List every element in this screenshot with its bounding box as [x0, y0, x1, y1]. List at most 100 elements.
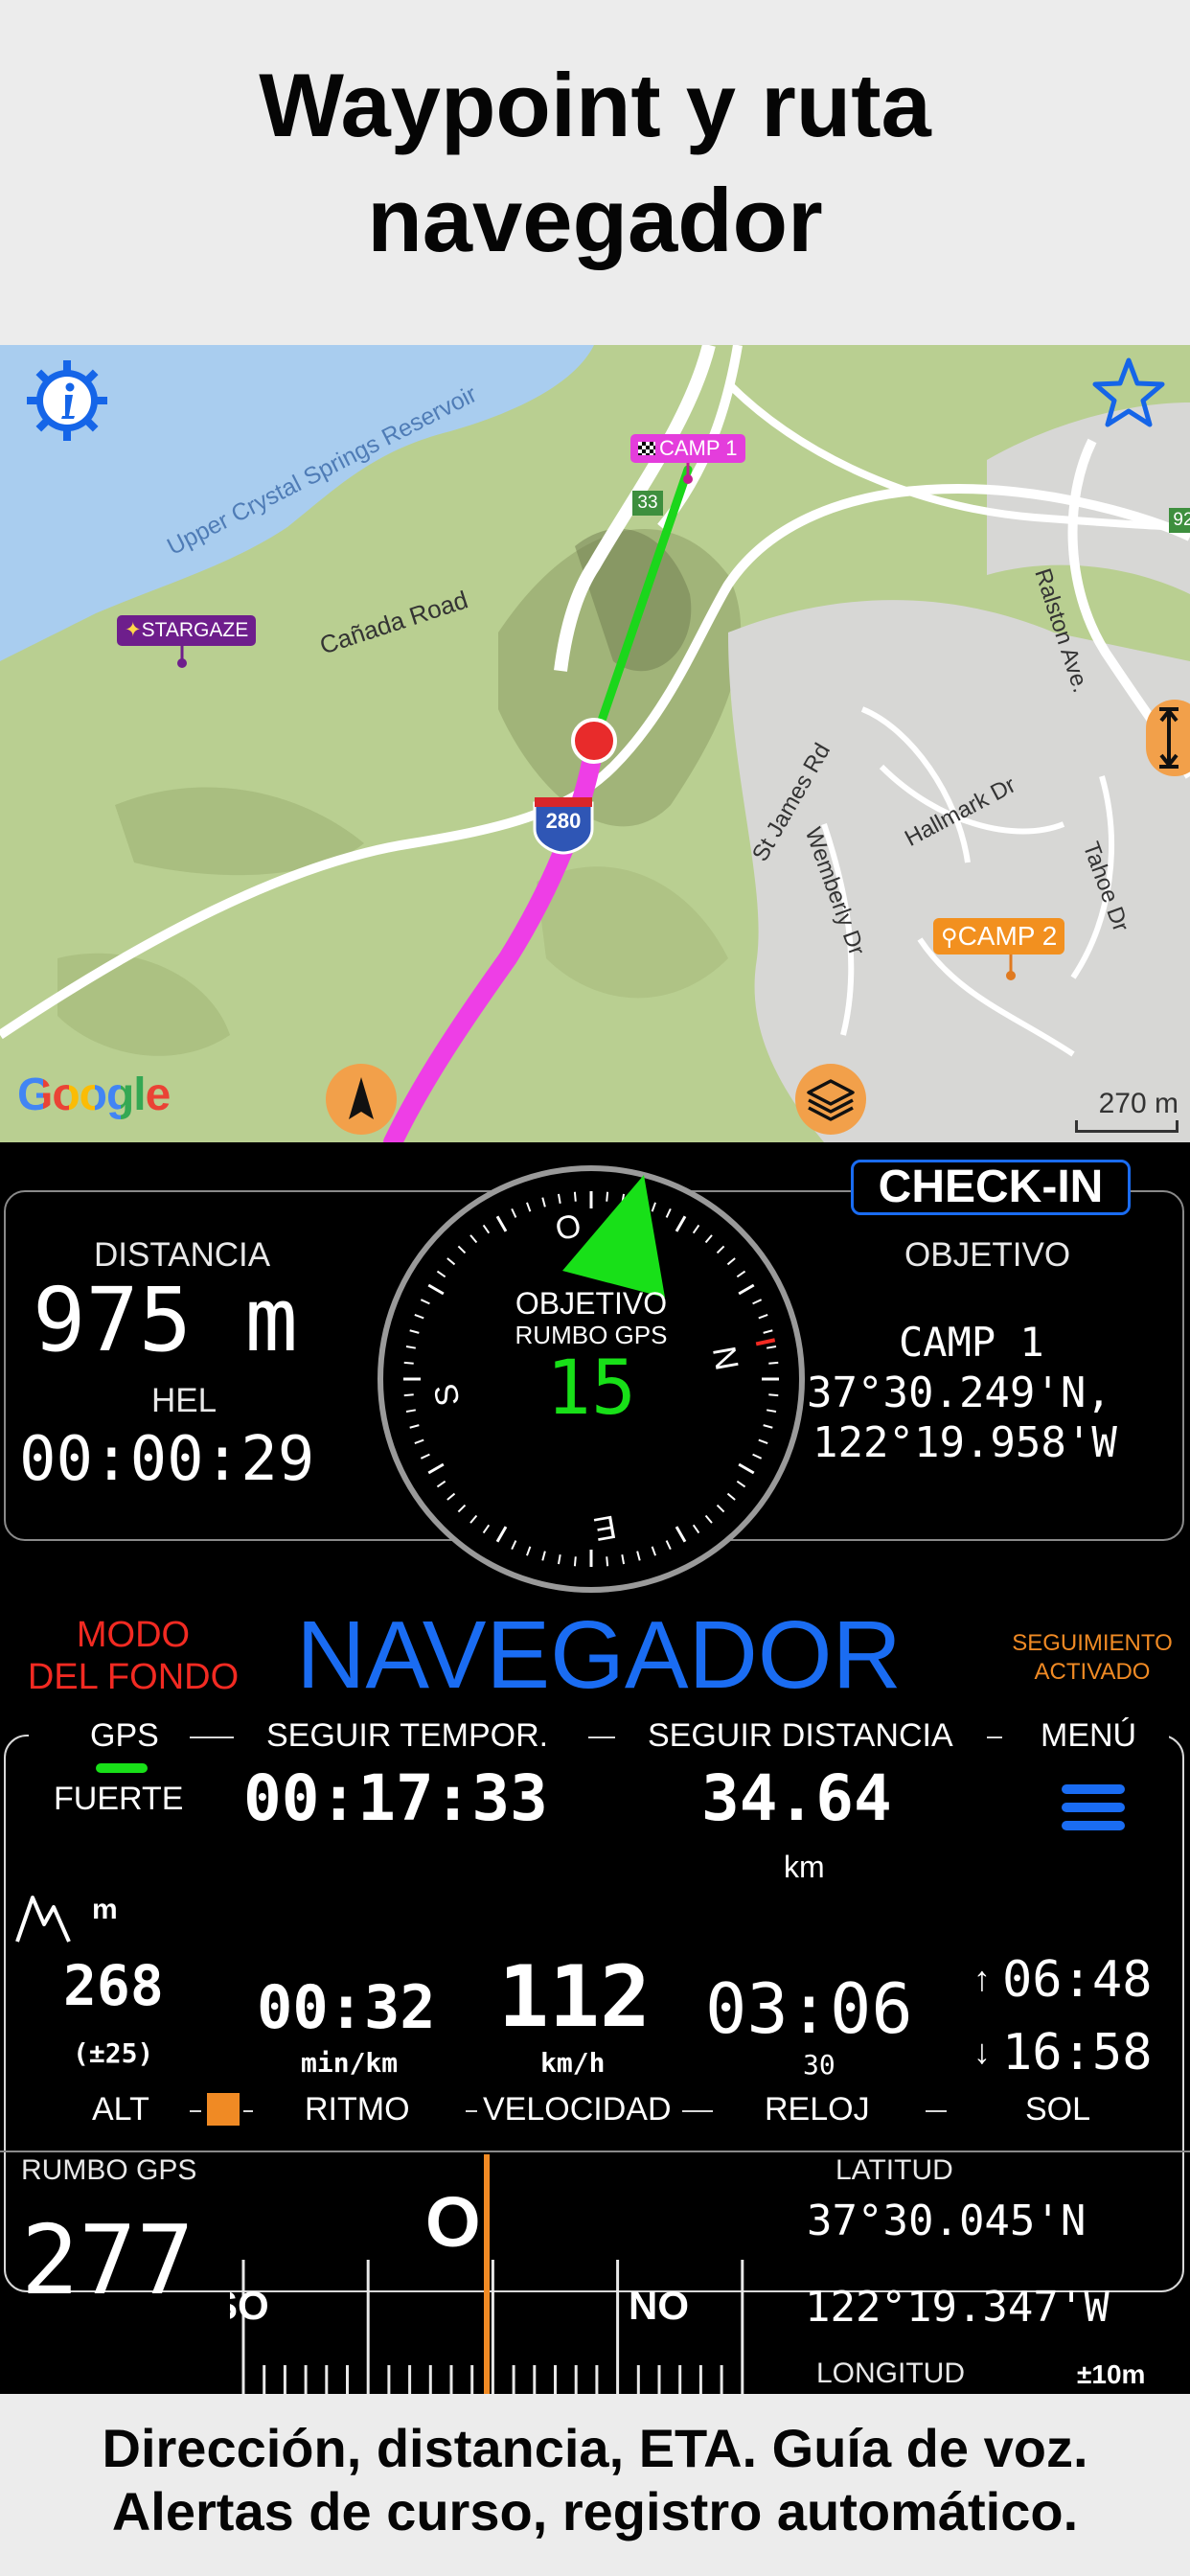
background-mode-line2: DEL FONDO: [27, 1657, 240, 1697]
promo-footer-line1: Dirección, distancia, ETA. Guía de voz.: [102, 2418, 1088, 2478]
heading-tape: O SO NO: [230, 2154, 747, 2394]
latitude-label: LATITUD: [835, 2154, 953, 2186]
route-33-shield: 33: [637, 493, 658, 513]
dash-alt: [190, 2110, 201, 2112]
dash-pace: [466, 2110, 477, 2112]
tape-divider: [0, 2150, 1190, 2152]
waypoint-stargaze[interactable]: ✦STARGAZE: [117, 615, 257, 646]
speed-value: 112: [498, 1947, 651, 2046]
promo-footer: Dirección, distancia, ETA. Guía de voz. …: [0, 2417, 1190, 2543]
map-view[interactable]: Upper Crystal Springs Reservoir Cañada R…: [0, 345, 1190, 1142]
pace-unit: min/km: [301, 2047, 399, 2079]
label-pace: RITMO: [305, 2091, 410, 2128]
google-logo-text: Google: [17, 1070, 171, 1120]
label-alt: ALT: [92, 2091, 149, 2128]
waypoint-stargaze-label: STARGAZE: [141, 619, 249, 641]
tracking-status-line1: SEGUIMIENTO: [1012, 1630, 1173, 1656]
target-name: CAMP 1: [899, 1319, 1044, 1366]
compass-tick: [573, 1191, 577, 1202]
record-indicator[interactable]: [207, 2093, 240, 2126]
position-accuracy: ±10m: [1077, 2359, 1146, 2389]
target-label: OBJETIVO: [904, 1236, 1071, 1274]
tab-follow-time[interactable]: SEGUIR TEMPOR.: [266, 1717, 549, 1755]
tracking-status-line2: ACTIVADO: [1034, 1659, 1151, 1685]
hel-value: 00:00:29: [19, 1424, 315, 1495]
promo-headline-line1: Waypoint y ruta: [259, 55, 931, 155]
star-icon[interactable]: [1090, 355, 1167, 431]
compass: O N S E OBJETIVO RUMBO GPS 15: [376, 1163, 807, 1595]
follow-distance-unit: km: [784, 1850, 825, 1884]
dash-clock: [926, 2110, 947, 2112]
tape-northwest-letter: NO: [629, 2283, 689, 2328]
mountain-icon: [15, 1890, 71, 1944]
label-sun: SOL: [1025, 2091, 1091, 2128]
sunrise-arrow-icon: ↑: [973, 1959, 991, 1998]
google-logo: Google: [17, 1069, 171, 1121]
waypoint-camp2-label: CAMP 2: [957, 921, 1058, 951]
longitude-label: LONGITUD: [816, 2358, 966, 2389]
interstate-280-shield: 280: [545, 809, 582, 833]
tab-separator-3: [987, 1736, 1002, 1738]
compass-tick: [606, 1556, 609, 1567]
altitude-value: 268: [63, 1953, 164, 2018]
target-longitude: 122°19.958'W: [812, 1418, 1117, 1467]
gps-strength: FUERTE: [54, 1781, 184, 1817]
clock-seconds: 30: [803, 2049, 835, 2081]
navigator-title: NAVEGADOR: [296, 1601, 902, 1709]
map-scale: 270 m: [1075, 1088, 1179, 1133]
target-latitude: 37°30.249'N,: [807, 1368, 1111, 1417]
compass-bearing-value: 15: [546, 1346, 636, 1432]
altitude-accuracy: (±25): [73, 2037, 154, 2069]
map-scale-label: 270 m: [1098, 1088, 1179, 1119]
label-clock: RELOJ: [765, 2091, 870, 2128]
layers-icon[interactable]: [795, 1064, 866, 1135]
distance-value: 975 m: [33, 1269, 298, 1371]
tab-separator-1: [190, 1736, 234, 1738]
vertical-resize-icon[interactable]: [1146, 700, 1190, 776]
navigator-panel: DISTANCIA 975 m HEL 00:00:29 O N S E OBJ…: [0, 1142, 1190, 2394]
sparkle-icon: ✦: [125, 619, 142, 641]
promo-headline-line2: navegador: [367, 170, 823, 270]
compass-tick: [573, 1556, 577, 1567]
speed-unit: km/h: [540, 2047, 606, 2079]
promo-footer-line2: Alertas de curso, registro automático.: [111, 2481, 1079, 2542]
hel-label: HEL: [151, 1382, 217, 1419]
tab-row: [29, 1717, 1169, 1760]
map-scale-bar: [1075, 1120, 1179, 1133]
follow-time-value: 00:17:33: [243, 1761, 548, 1835]
waypoint-camp1-label: CAMP 1: [659, 436, 738, 460]
info-gear-icon[interactable]: [25, 358, 109, 443]
sunrise-value: 06:48: [1002, 1951, 1153, 2009]
dash-speed: [682, 2110, 713, 2112]
label-speed: VELOCIDAD: [483, 2091, 672, 2128]
background-mode-line1: MODO: [76, 1615, 191, 1655]
north-arrow-icon[interactable]: [326, 1064, 397, 1135]
dash-record: [243, 2110, 253, 2112]
menu-icon[interactable]: [1062, 1784, 1125, 1848]
latitude-value: 37°30.045'N: [807, 2196, 1087, 2245]
tracking-status[interactable]: SEGUIMIENTO ACTIVADO: [996, 1629, 1188, 1687]
waypoint-camp2[interactable]: ⚲CAMP 2: [933, 918, 1065, 954]
route-92-shield: 92: [1173, 510, 1190, 530]
longitude-value: 122°19.347'W: [805, 2283, 1110, 2332]
follow-distance-value: 34.64: [701, 1761, 892, 1835]
checkered-flag-icon: [638, 442, 655, 455]
check-in-button[interactable]: CHECK-IN: [851, 1160, 1131, 1215]
waypoint-camp1[interactable]: CAMP 1: [630, 434, 745, 463]
tape-southwest-letter: SO: [230, 2283, 269, 2328]
sunset-value: 16:58: [1002, 2024, 1153, 2082]
clock-value: 03:06: [705, 1968, 913, 2049]
heading-value: 277: [21, 2204, 195, 2316]
promo-headline: Waypoint y ruta navegador: [0, 48, 1190, 278]
background-mode-toggle[interactable]: MODO DEL FONDO: [13, 1614, 253, 1698]
tab-menu[interactable]: MENÚ: [1041, 1717, 1137, 1755]
tab-gps[interactable]: GPS: [86, 1717, 163, 1755]
sunset-arrow-icon: ↓: [973, 2032, 991, 2071]
tape-west-letter: O: [425, 2182, 481, 2262]
heading-label: RUMBO GPS: [21, 2154, 197, 2186]
compass-tick: [606, 1191, 609, 1202]
compass-target-label: OBJETIVO: [515, 1286, 668, 1321]
tab-follow-distance[interactable]: SEGUIR DISTANCIA: [648, 1717, 953, 1755]
altitude-unit: m: [92, 1894, 118, 1925]
pace-value: 00:32: [257, 1972, 436, 2042]
